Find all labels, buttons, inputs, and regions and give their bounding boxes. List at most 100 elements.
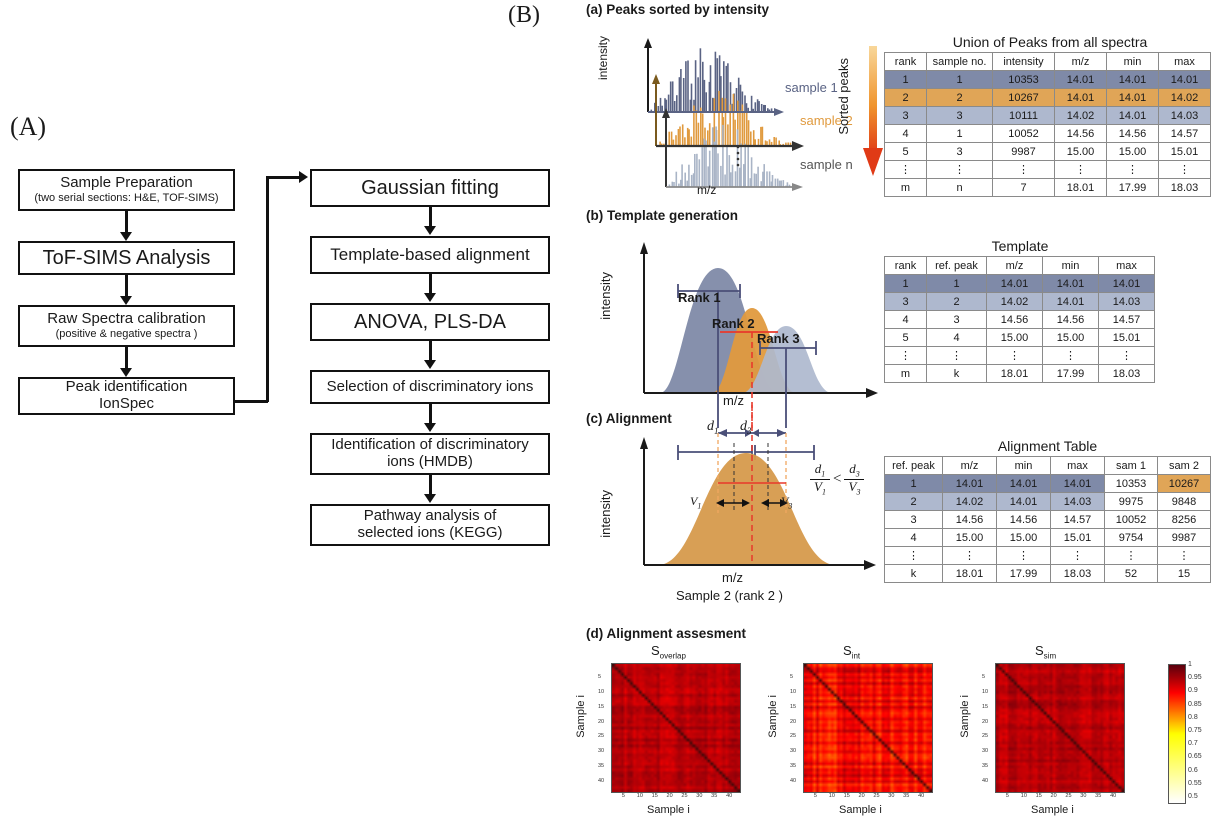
flow-arrowhead-icon	[424, 494, 436, 503]
table-cell: 14.03	[1098, 292, 1155, 311]
heatmap-y-tick: 40	[598, 778, 605, 785]
table-header-row: rank sample no. intensity m/z min max	[884, 52, 1211, 71]
table-cell: 18.01	[942, 564, 997, 583]
heatmap-y-tick: 10	[790, 688, 797, 695]
heatmap-y-tick: 15	[982, 703, 989, 710]
heatmap-x-tick: 10	[1020, 793, 1027, 799]
heatmap-title-sub: sim	[1043, 651, 1057, 661]
table-cell: ⋮	[884, 546, 943, 565]
table-cell: 10052	[992, 124, 1055, 143]
table-cell: ⋮	[986, 346, 1043, 365]
heatmap-x-tick: 10	[828, 793, 835, 799]
flow-arrowhead-icon	[424, 226, 436, 235]
table-cell: 15	[1157, 564, 1211, 583]
table-cell: ⋮	[926, 160, 993, 179]
column-header: min	[996, 456, 1051, 475]
heatmap-overlap	[611, 663, 741, 793]
table-cell: 14.01	[996, 474, 1051, 493]
table-row: 5 4 15.00 15.00 15.01	[884, 328, 1155, 347]
table-cell: 8256	[1157, 510, 1211, 529]
sorted-peaks-arrow-icon	[863, 46, 883, 176]
flow-box-line1: Raw Spectra calibration	[47, 310, 206, 328]
table-cell: 15.00	[1106, 142, 1159, 161]
heatmap-y-tick: 10	[982, 688, 989, 695]
table-cell: m	[884, 178, 927, 197]
flow-box-line1: Template-based alignment	[330, 245, 530, 265]
rank-1-label: Rank 1	[678, 290, 721, 305]
table-cell: ⋮	[926, 346, 987, 365]
table-cell: 3	[884, 106, 927, 125]
table-cell: 14.57	[1050, 510, 1105, 529]
table-row: 2 2 10267 14.01 14.01 14.02	[884, 88, 1211, 107]
heatmap-x-tick: 25	[873, 793, 880, 799]
heatmap-x-tick: 30	[1080, 793, 1087, 799]
flow-box-line1: Identification of discriminatory	[331, 436, 529, 454]
colorbar-tick: 0.55	[1188, 779, 1202, 787]
table-cell: 4	[884, 310, 927, 329]
table-cell: 14.57	[1158, 124, 1211, 143]
flow-box-raw-spectra-calibration: Raw Spectra calibration (positive & nega…	[18, 305, 235, 347]
heatmap-y-tick: 20	[982, 718, 989, 725]
heatmap-y-axis-label: Sample i	[767, 695, 779, 738]
heatmap-x-tick: 35	[711, 793, 718, 799]
table-cell: 4	[926, 328, 987, 347]
peaks-y-axis-label: intensity	[596, 36, 610, 81]
heatmap-title-main: S	[1035, 643, 1044, 658]
table-cell: 2	[926, 88, 993, 107]
heatmap-sim	[995, 663, 1125, 793]
table-cell: 15.00	[942, 528, 997, 547]
table-row: 3 14.56 14.56 14.57 10052 8256	[884, 510, 1211, 529]
heatmap-y-tick: 25	[790, 733, 797, 740]
alignment-sample-caption: Sample 2 (rank 2 )	[676, 588, 783, 603]
column-header: sam 2	[1157, 456, 1211, 475]
d1-numerator: d1	[814, 461, 826, 479]
heatmap-title-main: S	[843, 643, 852, 658]
table-cell: 10353	[992, 70, 1055, 89]
table-cell: 10353	[1104, 474, 1158, 493]
table-cell: ⋮	[1054, 160, 1107, 179]
table-cell: ⋮	[1157, 546, 1211, 565]
heatmap-x-tick: 40	[1110, 793, 1117, 799]
table-cell: 14.02	[1158, 88, 1211, 107]
peaks-x-axis-label: m/z	[697, 183, 717, 197]
table-cell: 14.03	[1158, 106, 1211, 125]
alignment-inequality: d1 V1 < d3 V3	[810, 461, 865, 497]
table-header-row: rank ref. peak m/z min max	[884, 256, 1155, 275]
flow-box-line1: ToF-SIMS Analysis	[42, 246, 211, 269]
subpanel-b-title: (b) Template generation	[586, 208, 739, 223]
less-than-sign: <	[833, 470, 842, 487]
table-row: m n 7 18.01 17.99 18.03	[884, 178, 1211, 197]
heatmap-y-tick: 30	[790, 748, 797, 755]
table-cell: 17.99	[1042, 364, 1099, 383]
heatmap-title: Soverlap	[651, 643, 686, 661]
column-header: max	[1158, 52, 1211, 71]
heatmap-title: Ssim	[1035, 643, 1056, 661]
table-cell: ⋮	[1042, 346, 1099, 365]
column-header: rank	[884, 256, 927, 275]
column-header: ref. peak	[926, 256, 987, 275]
table-cell: 10111	[992, 106, 1055, 125]
table-cell: 14.01	[1098, 274, 1155, 293]
table-cell: 14.01	[996, 492, 1051, 511]
table-row: 4 1 10052 14.56 14.56 14.57	[884, 124, 1211, 143]
heatmap-x-tick: 40	[726, 793, 733, 799]
heatmap-y-tick: 15	[790, 703, 797, 710]
table-row: 4 3 14.56 14.56 14.57	[884, 310, 1155, 329]
heatmap-y-tick: 20	[598, 718, 605, 725]
heatmap-title-sub: int	[851, 651, 861, 661]
heatmap-x-tick: 20	[858, 793, 865, 799]
heatmap-y-tick: 30	[598, 748, 605, 755]
colorbar-tick: 0.85	[1188, 700, 1202, 708]
heatmap-y-tick: 5	[982, 673, 986, 680]
table-cell: 1	[884, 70, 927, 89]
table-cell: ⋮	[884, 346, 927, 365]
table-cell: 10267	[1157, 474, 1211, 493]
flow-box-template-based-alignment: Template-based alignment	[310, 236, 550, 274]
heatmap-x-tick: 20	[1050, 793, 1057, 799]
table-cell: 7	[992, 178, 1055, 197]
column-header: rank	[884, 52, 927, 71]
table-row: 5 3 9987 15.00 15.00 15.01	[884, 142, 1211, 161]
table-row: ⋮ ⋮ ⋮ ⋮ ⋮ ⋮	[884, 546, 1211, 565]
v1-denominator: V1	[814, 478, 826, 497]
table-cell: ⋮	[942, 546, 997, 565]
